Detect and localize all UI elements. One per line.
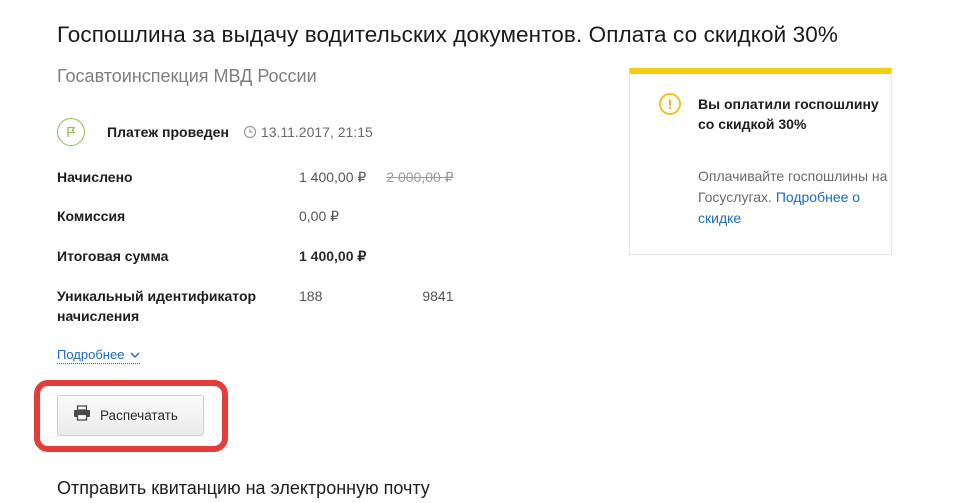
printer-icon [73,405,91,426]
uid-label: Уникальный идентификатор начисления [57,286,256,326]
uid-value: 188 9841 [299,286,454,306]
details-toggle-link[interactable]: Подробнее [57,347,141,364]
charged-label: Начислено [57,169,133,185]
total-value: 1 400,00 ₽ [299,248,367,264]
charged-value: 1 400,00 ₽ [299,169,367,185]
discount-info-box: ! Вы оплатили госпошлину со скидкой 30% … [629,68,892,255]
uid-label-line2: начисления [57,308,140,324]
uid-suffix: 9841 [422,288,454,304]
status-datetime: 13.11.2017, 21:15 [260,124,373,140]
info-title: Вы оплатили госпошлину со скидкой 30% [698,96,879,132]
print-button-label: Распечатать [100,408,178,423]
flag-icon [57,118,85,146]
uid-prefix: 188 [299,288,323,304]
payment-status: Платеж проведен 13.11.2017, 21:15 [57,118,373,146]
details-toggle-label: Подробнее [57,347,125,362]
uid-redaction [322,290,423,305]
uid-label-line1: Уникальный идентификатор [57,288,257,304]
total-label: Итоговая сумма [57,248,169,264]
page-title: Госпошлина за выдачу водительских докуме… [57,22,838,47]
info-text: Оплачивайте госпошлины на Госуслугах. По… [698,166,888,229]
charged-value-row: 1 400,00 ₽ 2 000,00 ₽ [299,167,454,187]
status-label: Платеж проведен [107,124,229,140]
commission-label: Комиссия [57,208,126,224]
email-receipt-heading: Отправить квитанцию на электронную почту [57,478,430,498]
agency-name: Госавтоинспекция МВД России [57,66,317,86]
clock-icon [243,125,257,139]
commission-value: 0,00 ₽ [299,208,340,224]
original-amount: 2 000,00 ₽ [386,169,454,185]
exclamation-icon: ! [659,93,681,115]
print-button[interactable]: Распечатать [57,395,204,436]
chevron-down-icon [130,347,140,363]
